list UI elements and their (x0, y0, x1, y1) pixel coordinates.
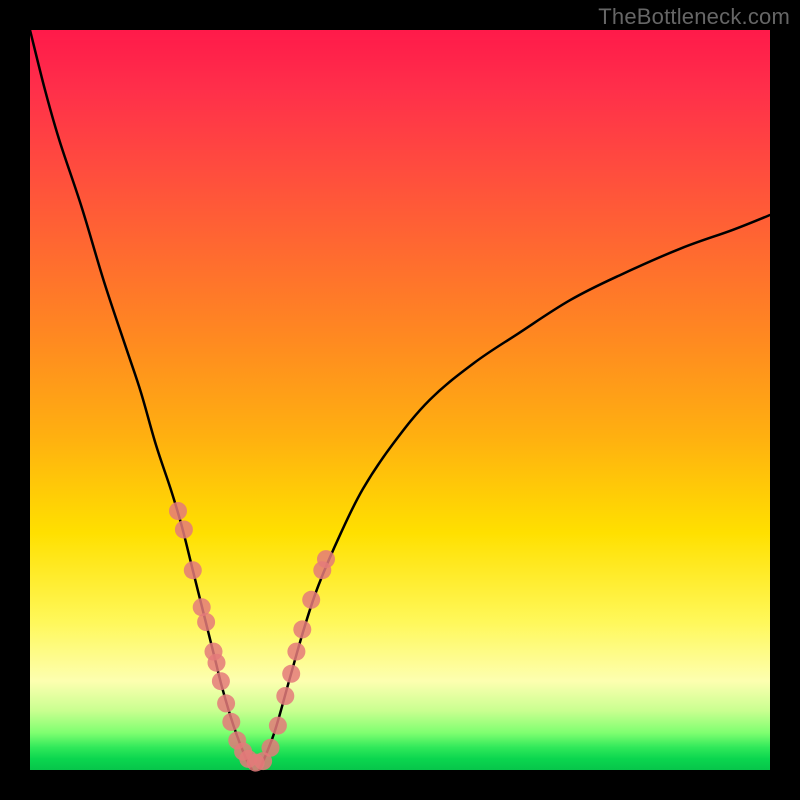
right-branch-curve (259, 215, 770, 770)
scatter-dot (175, 521, 193, 539)
scatter-dot (222, 713, 240, 731)
scatter-dot (293, 620, 311, 638)
scatter-dot (269, 717, 287, 735)
plot-area (30, 30, 770, 770)
curve-layer (30, 30, 770, 770)
scatter-dot (276, 687, 294, 705)
scatter-dot (217, 694, 235, 712)
scatter-dot (197, 613, 215, 631)
scatter-dot (282, 665, 300, 683)
scatter-dot (208, 654, 226, 672)
scatter-dot (212, 672, 230, 690)
scatter-dot (169, 502, 187, 520)
scatter-dot (302, 591, 320, 609)
chart-frame: TheBottleneck.com (0, 0, 800, 800)
scatter-dots (169, 502, 335, 772)
scatter-dot (262, 739, 280, 757)
watermark-text: TheBottleneck.com (598, 4, 790, 30)
scatter-dot (184, 561, 202, 579)
scatter-dot (317, 550, 335, 568)
scatter-dot (287, 643, 305, 661)
